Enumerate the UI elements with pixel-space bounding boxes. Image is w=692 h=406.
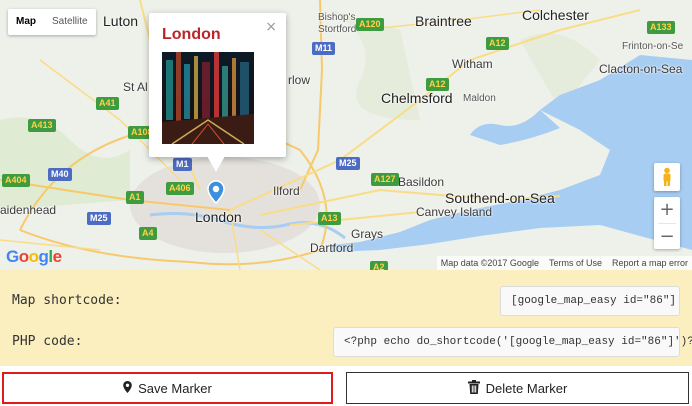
road-a404: A404 [2,174,30,187]
road-a133: A133 [647,21,675,34]
road-a12-north: A12 [486,37,509,50]
place-grays: Grays [351,227,384,241]
road-a127: A127 [371,173,399,186]
map-type-satellite-button[interactable]: Satellite [44,9,96,35]
place-frinton: Frinton-on-Se [622,41,684,52]
place-stortford: Stortford [318,24,357,35]
info-window-title: London [162,26,221,43]
place-southend: Southend-on-Sea [445,190,555,206]
delete-marker-button[interactable]: Delete Marker [346,372,689,404]
google-logo[interactable]: Google [6,247,62,267]
street-view-pegman-icon[interactable] [654,163,680,191]
road-m25-west: M25 [87,212,111,225]
map-attribution: Map data ©2017 Google Terms of Use Repor… [436,256,692,270]
road-m11: M11 [312,42,336,55]
road-a12-mid: A12 [426,78,449,91]
city-night-photo [162,52,254,144]
place-bishops: Bishop's [318,12,356,23]
road-m1: M1 [173,158,192,171]
place-canvey: Canvey Island [416,205,493,219]
place-harlow: rlow [288,73,311,87]
zoom-out-button[interactable]: − [654,224,680,250]
info-window-close-icon[interactable]: × [265,19,277,35]
info-window: London × [149,13,286,172]
save-marker-button[interactable]: Save Marker [2,372,333,404]
php-code-field[interactable]: <?php echo do_shortcode('[google_map_eas… [333,327,692,357]
shortcode-panel: Map shortcode: [google_map_easy id="86"]… [0,270,692,366]
zoom-control: + − [654,197,680,249]
road-a406: A406 [166,182,194,195]
place-colchester: Colchester [522,7,589,23]
road-a2: A2 [370,261,388,270]
report-map-error-link[interactable]: Report a map error [612,258,688,268]
map-data-credit: Map data ©2017 Google [440,258,539,268]
place-maidenhead: aidenhead [0,203,57,217]
info-window-photo [162,52,254,144]
place-basildon: Basildon [398,175,445,189]
road-a413: A413 [28,119,56,132]
road-a13: A13 [318,212,341,225]
php-code-label: PHP code: [12,334,83,349]
place-braintree: Braintree [415,13,472,29]
place-ilford: Ilford [273,184,300,198]
info-window-pointer [207,156,225,172]
map-marker-icon[interactable] [206,180,226,205]
road-m40: M40 [48,168,72,181]
trash-icon [467,379,480,397]
place-dartford: Dartford [310,241,354,255]
delete-marker-label: Delete Marker [485,380,568,396]
road-a41: A41 [96,97,119,110]
terms-of-use-link[interactable]: Terms of Use [549,258,602,268]
place-witham: Witham [452,57,493,71]
marker-editor: Luton St Al Bishop's Stortford Braintree… [0,0,692,406]
road-a4: A4 [139,227,157,240]
map-type-control: Map Satellite [8,9,96,35]
map-marker-icon [123,380,132,396]
map-tiles [0,0,692,270]
road-a1: A1 [126,191,144,204]
road-a120: A120 [356,18,384,31]
place-maldon: Maldon [463,93,496,104]
map-canvas[interactable]: Luton St Al Bishop's Stortford Braintree… [0,0,692,270]
save-marker-label: Save Marker [138,380,212,396]
map-shortcode-field[interactable]: [google_map_easy id="86"] [500,286,680,316]
place-luton: Luton [103,13,139,29]
place-st-albans: St Al [123,80,148,94]
place-chelmsford: Chelmsford [381,90,453,106]
road-m25-east: M25 [336,157,360,170]
map-shortcode-label: Map shortcode: [12,293,122,308]
map-type-map-button[interactable]: Map [8,9,44,35]
place-london: London [195,209,242,225]
zoom-in-button[interactable]: + [654,197,680,223]
place-clacton: Clacton-on-Sea [599,62,683,76]
php-code-row: PHP code: <?php echo do_shortcode('[goog… [0,318,692,366]
